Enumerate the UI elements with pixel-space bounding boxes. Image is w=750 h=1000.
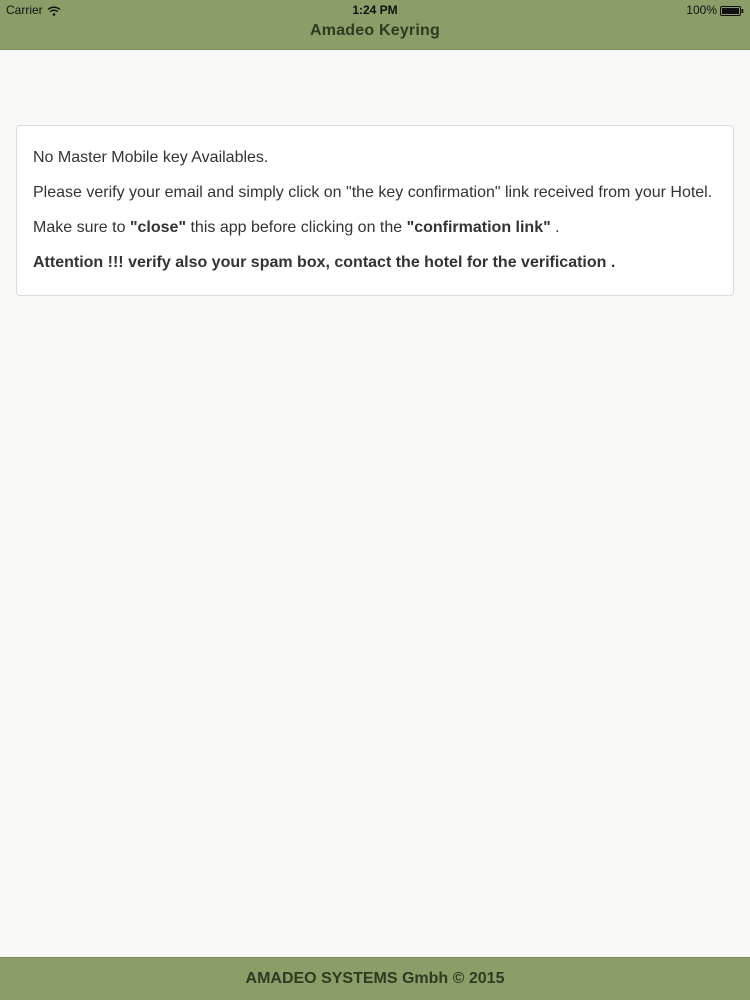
status-battery: 100%	[686, 3, 744, 17]
close-app-message: Make sure to "close" this app before cli…	[33, 218, 717, 237]
message-panel: No Master Mobile key Availables. Please …	[16, 125, 734, 296]
spam-attention-text: Attention !!! verify also your spam box,…	[33, 254, 616, 271]
battery-percent: 100%	[686, 3, 717, 17]
status-bar: Carrier 1:24 PM 100%	[0, 0, 750, 20]
confirmation-link-keyword: "confirmation link"	[406, 219, 551, 236]
top-bar: Carrier 1:24 PM 100% Amadeo Keyring	[0, 0, 750, 50]
spam-attention-message: Attention !!! verify also your spam box,…	[33, 253, 717, 272]
verify-email-message: Please verify your email and simply clic…	[33, 184, 713, 201]
close-keyword: "close"	[129, 219, 187, 236]
no-key-message: No Master Mobile key Availables.	[33, 149, 269, 166]
close-app-suffix: .	[550, 219, 560, 236]
page-title: Amadeo Keyring	[310, 22, 440, 39]
battery-icon	[720, 5, 744, 16]
close-app-prefix: Make sure to	[33, 219, 130, 236]
footer-copyright: AMADEO SYSTEMS Gmbh © 2015	[0, 957, 750, 1000]
close-app-middle: this app before clicking on the	[186, 219, 407, 236]
status-time: 1:24 PM	[352, 3, 398, 17]
